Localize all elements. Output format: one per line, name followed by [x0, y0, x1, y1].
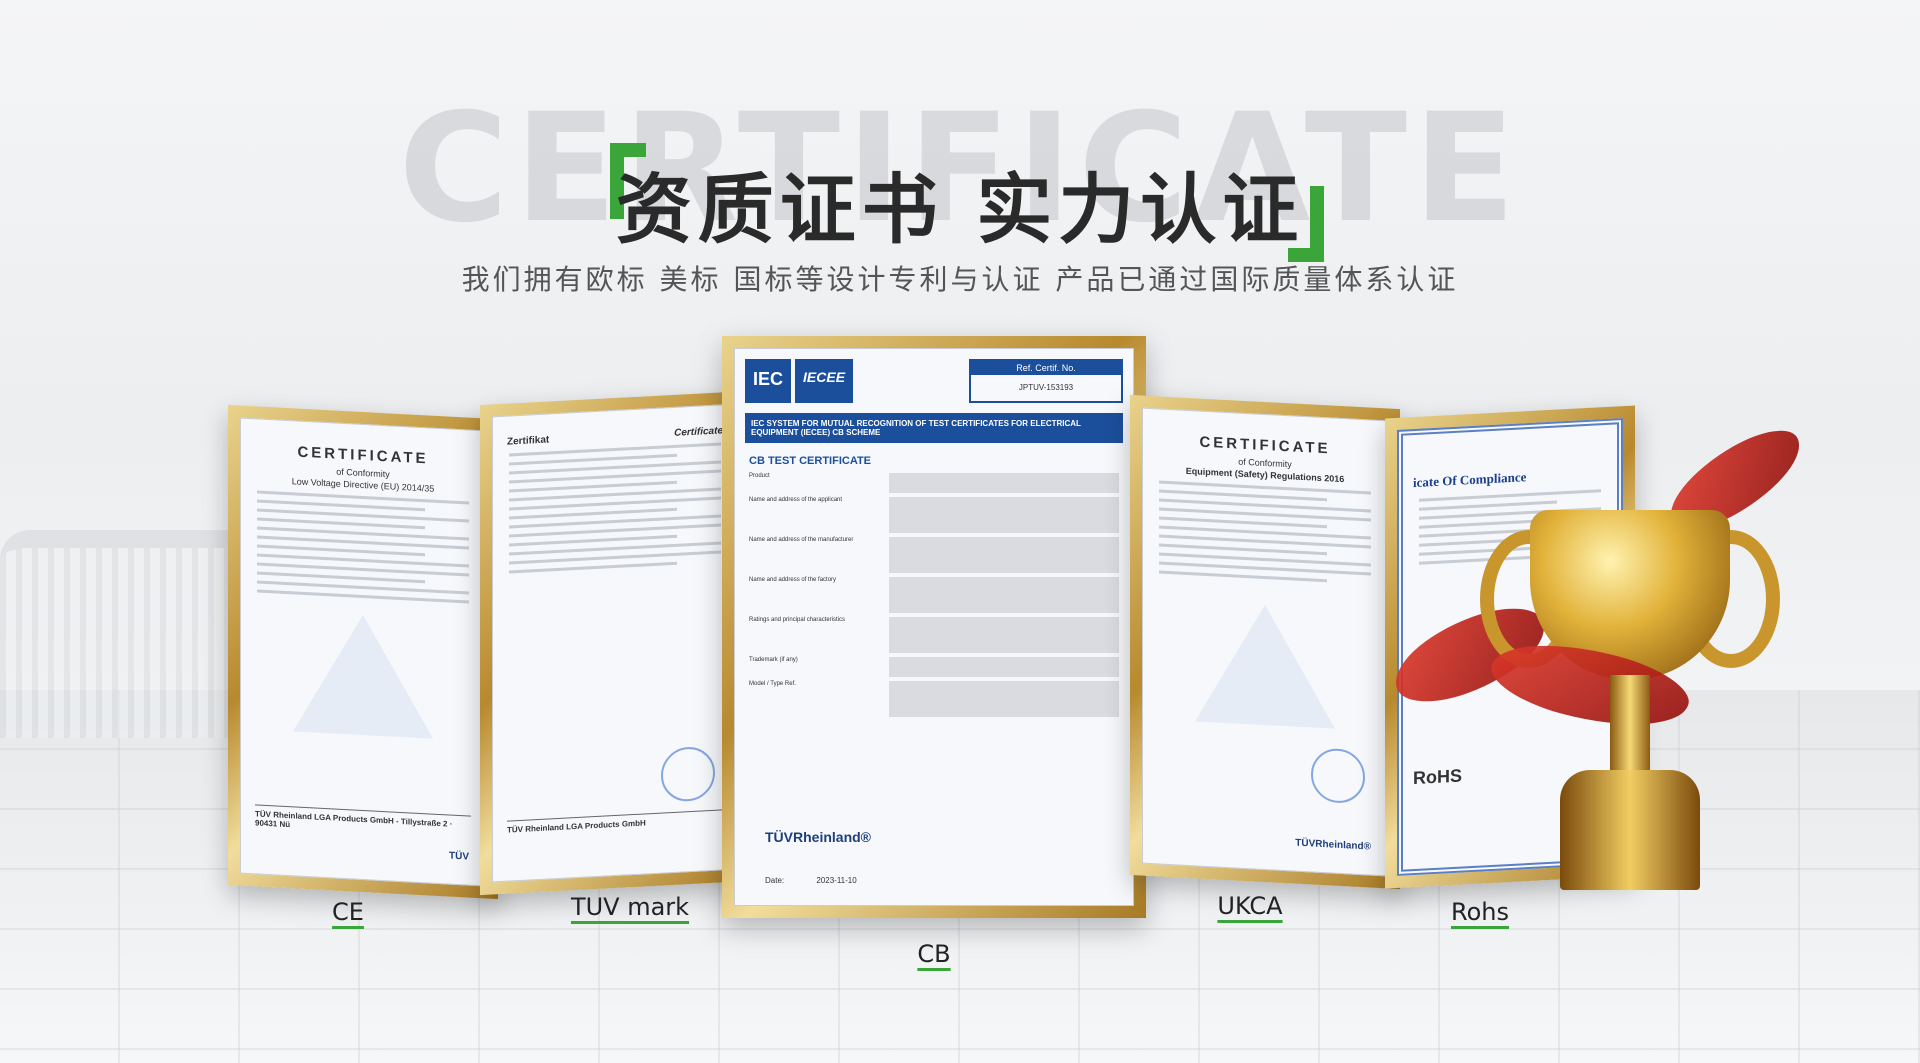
cb-field-label: Product: [749, 473, 770, 479]
trophy-base: [1560, 770, 1700, 890]
tuv-rheinland-logo: TÜVRheinland®: [1295, 837, 1371, 853]
section-title: 资质证书 实力认证: [615, 165, 1305, 254]
certificate-paper-ce: CERTIFICATE of Conformity Low Voltage Di…: [240, 417, 486, 887]
certificate-footer: TÜV Rheinland LGA Products GmbH - Tillys…: [255, 804, 471, 839]
certificate-frame-ukca[interactable]: CERTIFICATE of Conformity Equipment (Saf…: [1130, 394, 1400, 890]
cb-field-label: Trademark (if any): [749, 657, 798, 663]
ref-certif-value: JPTUV-153193: [1018, 383, 1074, 392]
ref-certif-box: Ref. Certif. No. JPTUV-153193: [969, 359, 1123, 403]
certificate-frame-ce[interactable]: CERTIFICATE of Conformity Low Voltage Di…: [228, 404, 498, 900]
cb-date-label: Date:: [765, 876, 785, 885]
certificate-paper-tuv-mark: Zertifikat Certificate TÜV Rheinland LGA…: [492, 403, 738, 883]
cb-test-certificate-title: CB TEST CERTIFICATE: [749, 455, 872, 467]
rohs-mark: RoHS: [1413, 765, 1462, 789]
tuv-rheinland-logo: TÜVRheinland®: [765, 829, 871, 845]
certificate-label-tuv-mark[interactable]: TUV mark: [540, 893, 720, 921]
section-subtitle: 我们拥有欧标 美标 国标等设计专利与认证 产品已通过国际质量体系认证: [461, 263, 1459, 296]
certificate-frame-tuv-mark[interactable]: Zertifikat Certificate TÜV Rheinland LGA…: [480, 390, 750, 896]
certificate-frame-cb[interactable]: IEC IECEE Ref. Certif. No. JPTUV-153193 …: [722, 336, 1146, 918]
certificate-heading-en: Certificate: [674, 425, 723, 439]
cb-field-label: Name and address of the manufacturer: [749, 537, 854, 543]
trophy-icon: [1382, 416, 1815, 960]
tuv-watermark-icon: [293, 611, 433, 739]
iec-logo: IEC: [745, 359, 792, 403]
certificate-footer: TÜV Rheinland LGA Products GmbH: [507, 809, 723, 835]
ref-certif-label: Ref. Certif. No.: [971, 361, 1121, 375]
cb-field-label: Name and address of the applicant: [749, 497, 843, 503]
certificate-label-ukca[interactable]: UKCA: [1200, 892, 1300, 920]
cb-date-value: 2023-11-10: [816, 876, 857, 885]
certificate-paper-ukca: CERTIFICATE of Conformity Equipment (Saf…: [1142, 407, 1388, 877]
iecee-scheme-band: IEC SYSTEM FOR MUTUAL RECOGNITION OF TES…: [745, 413, 1123, 443]
cb-field-label: Model / Type Ref.: [749, 681, 796, 687]
certification-stamp-icon: [1311, 747, 1365, 805]
tuv-logo: TÜV: [449, 850, 469, 863]
certificate-paper-cb: IEC IECEE Ref. Certif. No. JPTUV-153193 …: [734, 348, 1134, 906]
certificate-label-rohs[interactable]: Rohs: [1440, 898, 1520, 926]
iecee-logo: IECEE: [795, 359, 854, 403]
tuv-watermark-icon: [1195, 601, 1335, 729]
certificate-heading: Zertifikat: [507, 434, 550, 448]
cb-fields: Product Name and address of the applican…: [749, 473, 1119, 717]
certificate-label-ce[interactable]: CE: [318, 898, 378, 926]
certificate-label-cb[interactable]: CB: [904, 940, 964, 968]
trophy-stem: [1610, 675, 1650, 775]
cb-field-label: Ratings and principal characteristics: [749, 617, 846, 623]
certification-stamp-icon: [661, 745, 715, 803]
cb-field-label: Name and address of the factory: [749, 577, 837, 583]
cb-date: Date: 2023-11-10: [765, 876, 857, 885]
